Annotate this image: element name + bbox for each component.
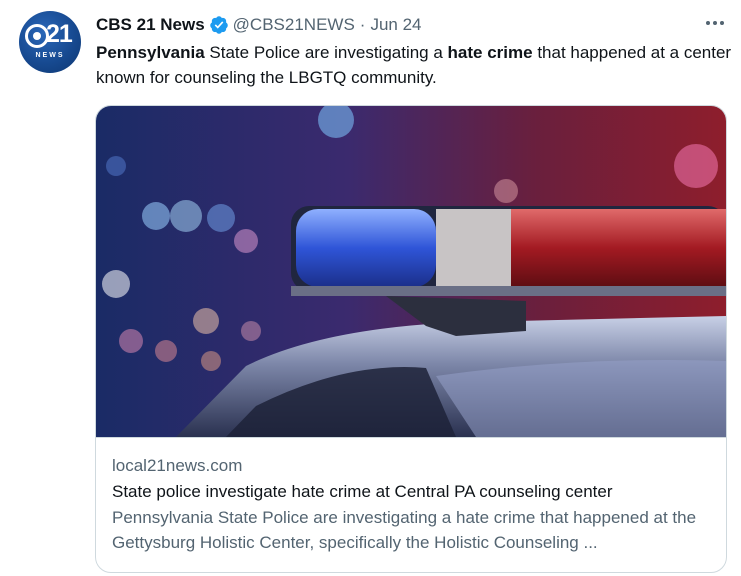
tweet[interactable]: 21 NEWS CBS 21 News @CBS21NEWS · Jun 24 …	[0, 0, 741, 576]
author-name[interactable]: CBS 21 News	[96, 15, 205, 35]
tweet-text: Pennsylvania State Police are investigat…	[96, 40, 736, 90]
avatar-logo-number: 21	[46, 20, 73, 48]
more-dot	[720, 21, 724, 25]
card-description[interactable]: Pennsylvania State Police are investigat…	[112, 505, 712, 555]
hashtag-hate-crime[interactable]: hate crime	[448, 43, 533, 62]
more-options-icon[interactable]	[702, 12, 728, 34]
link-preview-card[interactable]: local21news.com State police investigate…	[95, 105, 727, 573]
avatar[interactable]: 21 NEWS	[19, 11, 81, 73]
tweet-text-part: State Police are investigating a	[204, 43, 448, 62]
tweet-header: CBS 21 News @CBS21NEWS · Jun 24	[96, 14, 422, 36]
more-dot	[713, 21, 717, 25]
police-light-illustration	[102, 106, 726, 437]
card-divider	[96, 437, 726, 438]
more-dot	[706, 21, 710, 25]
tweet-date[interactable]: Jun 24	[370, 15, 421, 35]
card-domain[interactable]: local21news.com	[112, 453, 712, 478]
card-image[interactable]	[96, 106, 726, 437]
author-handle[interactable]: @CBS21NEWS	[233, 15, 355, 35]
verified-badge-icon	[209, 16, 228, 34]
separator-dot: ·	[359, 15, 366, 34]
hashtag-pennsylvania[interactable]: Pennsylvania	[96, 43, 205, 62]
avatar-logo-subtext: NEWS	[35, 52, 65, 59]
card-body[interactable]: local21news.com State police investigate…	[112, 453, 712, 555]
card-title[interactable]: State police investigate hate crime at C…	[112, 478, 712, 505]
